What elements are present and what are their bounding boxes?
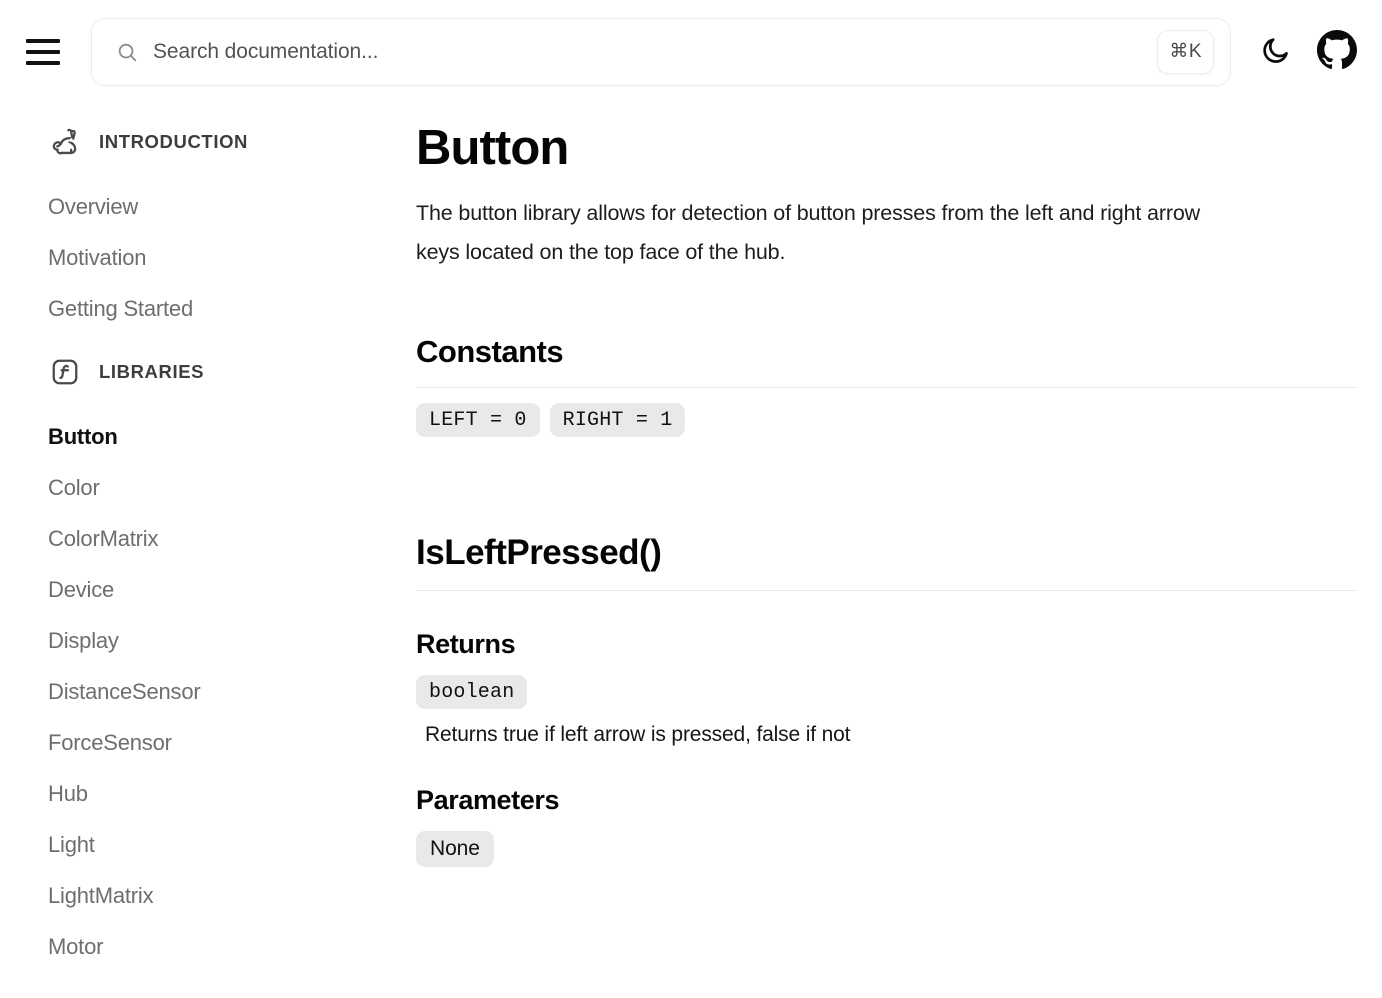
sidebar-item-overview[interactable]: Overview <box>48 181 416 232</box>
app-header: ⌘K <box>0 0 1382 103</box>
parameters-heading: Parameters <box>416 785 560 815</box>
returns-chip-row: boolean <box>416 675 1357 709</box>
sidebar-section-title: LIBRARIES <box>99 361 205 382</box>
sidebar-item-distancesensor[interactable]: DistanceSensor <box>48 666 416 717</box>
github-link-button[interactable] <box>1317 30 1357 73</box>
sidebar-section-introduction: INTRODUCTION <box>48 125 416 159</box>
returns-heading: Returns <box>416 629 516 659</box>
search-bar[interactable]: ⌘K <box>91 17 1231 86</box>
sidebar-item-forcesensor[interactable]: ForceSensor <box>48 717 416 768</box>
sidebar-item-color[interactable]: Color <box>48 462 416 513</box>
hamburger-bar <box>26 60 60 65</box>
sidebar-section-libraries: LIBRARIES <box>48 355 416 389</box>
returns-description: Returns true if left arrow is pressed, f… <box>425 723 851 746</box>
search-input[interactable] <box>153 39 1158 64</box>
github-icon <box>1317 30 1357 73</box>
sidebar-item-button[interactable]: Button <box>48 411 416 462</box>
search-icon <box>116 41 138 63</box>
sidebar-item-lightmatrix[interactable]: LightMatrix <box>48 870 416 921</box>
sidebar-item-motivation[interactable]: Motivation <box>48 232 416 283</box>
page-description: The button library allows for detection … <box>416 201 1201 264</box>
constants-section: Constants LEFT = 0 RIGHT = 1 <box>416 334 1357 437</box>
main-content: Button The button library allows for det… <box>416 103 1382 998</box>
constants-chip-row: LEFT = 0 RIGHT = 1 <box>416 403 1357 437</box>
constants-heading: Constants <box>416 334 564 369</box>
hamburger-menu-icon[interactable] <box>26 38 60 65</box>
sidebar-item-getting-started[interactable]: Getting Started <box>48 283 416 334</box>
sidebar-section-title: INTRODUCTION <box>99 131 249 152</box>
hamburger-bar <box>26 38 60 43</box>
sidebar-item-motor[interactable]: Motor <box>48 921 416 972</box>
header-actions <box>1255 30 1357 73</box>
constant-chip: RIGHT = 1 <box>549 403 686 437</box>
page-body: INTRODUCTION Overview Motivation Getting… <box>0 103 1382 998</box>
sidebar-navigation: INTRODUCTION Overview Motivation Getting… <box>0 103 416 998</box>
constant-chip: LEFT = 0 <box>416 403 540 437</box>
sidebar-item-colormatrix[interactable]: ColorMatrix <box>48 513 416 564</box>
sidebar-item-hub[interactable]: Hub <box>48 768 416 819</box>
function-icon <box>48 355 82 389</box>
rabbit-icon <box>48 125 82 159</box>
sidebar-item-display[interactable]: Display <box>48 615 416 666</box>
search-shortcut-badge: ⌘K <box>1157 29 1214 74</box>
dark-mode-toggle-button[interactable] <box>1255 32 1295 72</box>
return-type-chip: boolean <box>416 675 528 709</box>
hamburger-bar <box>26 49 60 54</box>
parameters-chip-row: None <box>416 831 1357 867</box>
parameters-none-chip: None <box>416 831 494 867</box>
moon-icon <box>1260 35 1291 69</box>
sidebar-item-light[interactable]: Light <box>48 819 416 870</box>
page-title: Button <box>416 121 569 175</box>
method-name-heading: IsLeftPressed() <box>416 533 662 572</box>
sidebar-item-device[interactable]: Device <box>48 564 416 615</box>
method-section-isleftpressed: IsLeftPressed() Returns boolean Returns … <box>416 533 1357 867</box>
section-divider <box>416 387 1357 388</box>
